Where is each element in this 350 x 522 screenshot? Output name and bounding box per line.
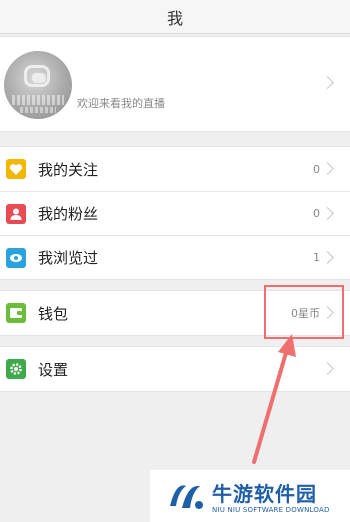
menu-item-label: 我浏览过 [38, 249, 99, 267]
menu-item-label: 我的粉丝 [38, 205, 99, 223]
wallet-icon [6, 303, 26, 323]
gear-icon [6, 359, 26, 379]
menu-item-browsed[interactable]: 我浏览过 1 [0, 235, 350, 279]
browsed-count: 1 [313, 251, 320, 264]
profile-card[interactable]: 欢迎来看我的直播 [0, 36, 350, 132]
eye-icon [6, 247, 26, 268]
menu-item-following[interactable]: 我的关注 0 [0, 147, 350, 191]
user-icon [6, 203, 26, 224]
watermark-subtitle: NIU NIU SOFTWARE DOWNLOAD [212, 506, 330, 514]
niuyou-logo-icon [170, 485, 203, 509]
menu-item-label: 钱包 [38, 304, 69, 323]
fans-count: 0 [313, 207, 320, 220]
menu-item-label: 我的关注 [38, 160, 99, 179]
chevron-right-icon [321, 251, 334, 264]
page-title: 我 [166, 8, 183, 28]
following-count: 0 [313, 162, 320, 176]
chevron-right-icon [321, 207, 334, 220]
chevron-right-icon [321, 162, 334, 175]
menu-item-fans[interactable]: 我的粉丝 0 [0, 191, 350, 235]
chevron-right-icon [321, 76, 334, 89]
watermark-name: 牛游软件园 [212, 482, 317, 506]
menu-item-label: 设置 [38, 360, 69, 379]
heart-icon [6, 159, 26, 179]
top-bar: 我 [0, 0, 350, 34]
annotation-arrow [252, 334, 296, 464]
avatar[interactable] [4, 51, 72, 119]
profile-welcome-text: 欢迎来看我的直播 [77, 97, 165, 110]
social-menu-group: 我的关注 0 我的粉丝 0 我浏览过 1 [0, 146, 350, 280]
chevron-right-icon [321, 362, 334, 375]
watermark: 牛游软件园 NIU NIU SOFTWARE DOWNLOAD [150, 470, 350, 522]
annotation-highlight-box [264, 285, 344, 339]
